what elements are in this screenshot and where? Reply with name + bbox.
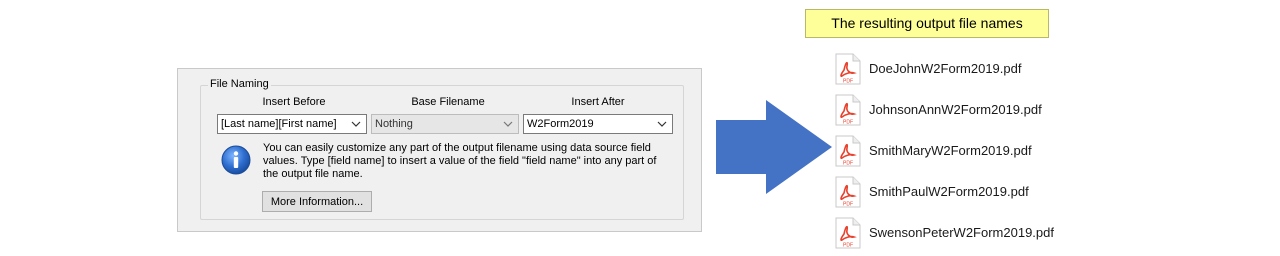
- info-message: You can easily customize any part of the…: [263, 142, 657, 180]
- right-arrow-icon: [716, 100, 832, 194]
- file-item[interactable]: PDF SmithPaulW2Form2019.pdf: [835, 176, 1075, 208]
- file-item[interactable]: PDF JohnsonAnnW2Form2019.pdf: [835, 94, 1075, 126]
- chevron-down-icon: [351, 121, 361, 127]
- insert-before-dropdown[interactable]: [Last name][First name]: [217, 114, 367, 134]
- insert-after-value: W2Form2019: [527, 118, 594, 130]
- file-naming-group: File Naming Insert Before Base Filename …: [200, 78, 684, 220]
- file-item[interactable]: PDF SwensonPeterW2Form2019.pdf: [835, 217, 1075, 249]
- pdf-badge: PDF: [843, 120, 853, 126]
- chevron-down-icon: [503, 121, 513, 127]
- file-name: SwensonPeterW2Form2019.pdf: [869, 225, 1054, 240]
- info-icon: [221, 145, 251, 175]
- file-name: JohnsonAnnW2Form2019.pdf: [869, 102, 1042, 117]
- pdf-icon: PDF: [835, 94, 861, 126]
- pdf-badge: PDF: [843, 202, 853, 208]
- base-filename-dropdown[interactable]: Nothing: [371, 114, 519, 134]
- insert-after-header: Insert After: [571, 96, 625, 108]
- pdf-icon: PDF: [835, 217, 861, 249]
- insert-before-value: [Last name][First name]: [221, 118, 337, 130]
- chevron-down-icon: [657, 121, 667, 127]
- result-callout: The resulting output file names: [805, 9, 1049, 38]
- group-title: File Naming: [208, 78, 271, 90]
- base-filename-header: Base Filename: [411, 96, 485, 108]
- pdf-badge: PDF: [843, 79, 853, 85]
- file-name: SmithPaulW2Form2019.pdf: [869, 184, 1029, 199]
- pdf-badge: PDF: [843, 243, 853, 249]
- pdf-icon: PDF: [835, 53, 861, 85]
- file-item[interactable]: PDF SmithMaryW2Form2019.pdf: [835, 135, 1075, 167]
- file-name: DoeJohnW2Form2019.pdf: [869, 61, 1022, 76]
- pdf-badge: PDF: [843, 161, 853, 167]
- pdf-icon: PDF: [835, 176, 861, 208]
- file-naming-panel: File Naming Insert Before Base Filename …: [177, 68, 702, 232]
- base-filename-value: Nothing: [375, 118, 413, 130]
- insert-after-dropdown[interactable]: W2Form2019: [523, 114, 673, 134]
- insert-before-header: Insert Before: [262, 96, 326, 108]
- more-information-button[interactable]: More Information...: [262, 191, 372, 212]
- file-item[interactable]: PDF DoeJohnW2Form2019.pdf: [835, 53, 1075, 85]
- file-name: SmithMaryW2Form2019.pdf: [869, 143, 1032, 158]
- pdf-icon: PDF: [835, 135, 861, 167]
